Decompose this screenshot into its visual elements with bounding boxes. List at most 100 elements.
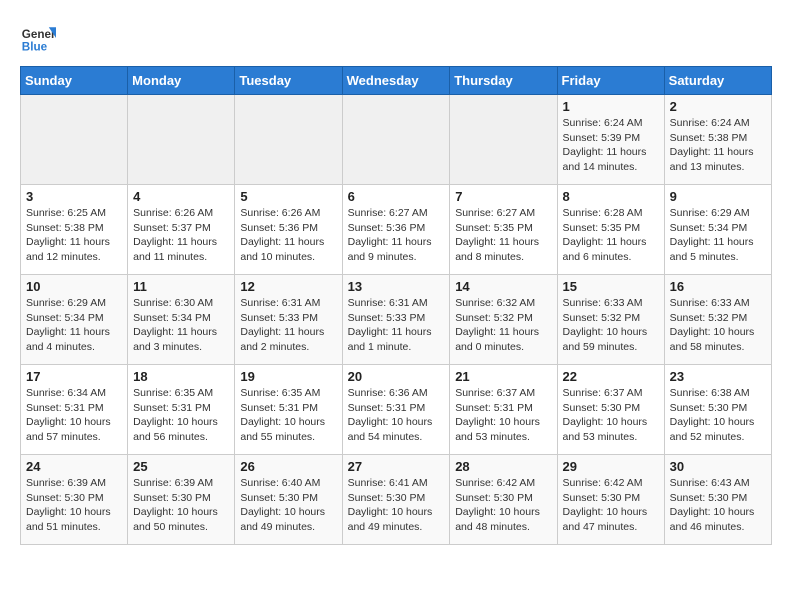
day-info: Sunrise: 6:42 AM Sunset: 5:30 PM Dayligh… — [455, 476, 551, 535]
day-info: Sunrise: 6:34 AM Sunset: 5:31 PM Dayligh… — [26, 386, 122, 445]
day-info: Sunrise: 6:38 AM Sunset: 5:30 PM Dayligh… — [670, 386, 766, 445]
day-info: Sunrise: 6:39 AM Sunset: 5:30 PM Dayligh… — [133, 476, 229, 535]
day-number: 16 — [670, 279, 766, 294]
day-info: Sunrise: 6:41 AM Sunset: 5:30 PM Dayligh… — [348, 476, 445, 535]
day-info: Sunrise: 6:35 AM Sunset: 5:31 PM Dayligh… — [240, 386, 336, 445]
day-info: Sunrise: 6:29 AM Sunset: 5:34 PM Dayligh… — [26, 296, 122, 355]
day-info: Sunrise: 6:37 AM Sunset: 5:31 PM Dayligh… — [455, 386, 551, 445]
day-number: 29 — [563, 459, 659, 474]
day-number: 5 — [240, 189, 336, 204]
day-number: 21 — [455, 369, 551, 384]
day-cell: 1 Sunrise: 6:24 AM Sunset: 5:39 PM Daylig… — [557, 95, 664, 185]
logo: General Blue — [20, 20, 60, 56]
day-cell: 10Sunrise: 6:29 AM Sunset: 5:34 PM Dayli… — [21, 275, 128, 365]
day-cell: 14 Sunrise: 6:32 AM Sunset: 5:32 PM Dayli… — [450, 275, 557, 365]
day-info: Sunrise: 6:27 AM Sunset: 5:35 PM Dayligh… — [455, 206, 551, 265]
day-number: 30 — [670, 459, 766, 474]
day-cell: 25Sunrise: 6:39 AM Sunset: 5:30 PM Dayli… — [128, 455, 235, 545]
weekday-header-thursday: Thursday — [450, 67, 557, 95]
day-cell — [450, 95, 557, 185]
day-number: 28 — [455, 459, 551, 474]
day-info: Sunrise: 6:26 AM Sunset: 5:36 PM Dayligh… — [240, 206, 336, 265]
week-row-4: 17 Sunrise: 6:34 AM Sunset: 5:31 PM Dayli… — [21, 365, 772, 455]
day-cell — [342, 95, 450, 185]
day-info: Sunrise: 6:36 AM Sunset: 5:31 PM Dayligh… — [348, 386, 445, 445]
weekday-header-tuesday: Tuesday — [235, 67, 342, 95]
day-number: 7 — [455, 189, 551, 204]
weekday-header-saturday: Saturday — [664, 67, 771, 95]
day-cell: 18Sunrise: 6:35 AM Sunset: 5:31 PM Dayli… — [128, 365, 235, 455]
weekday-header-friday: Friday — [557, 67, 664, 95]
day-cell: 5 Sunrise: 6:26 AM Sunset: 5:36 PM Daylig… — [235, 185, 342, 275]
day-cell: 22 Sunrise: 6:37 AM Sunset: 5:30 PM Dayli… — [557, 365, 664, 455]
weekday-header-row: SundayMondayTuesdayWednesdayThursdayFrid… — [21, 67, 772, 95]
day-info: Sunrise: 6:31 AM Sunset: 5:33 PM Dayligh… — [348, 296, 445, 355]
day-cell: 21 Sunrise: 6:37 AM Sunset: 5:31 PM Dayli… — [450, 365, 557, 455]
day-info: Sunrise: 6:24 AM Sunset: 5:39 PM Dayligh… — [563, 116, 659, 175]
day-number: 13 — [348, 279, 445, 294]
header: General Blue — [20, 20, 772, 56]
week-row-5: 24Sunrise: 6:39 AM Sunset: 5:30 PM Dayli… — [21, 455, 772, 545]
day-number: 19 — [240, 369, 336, 384]
day-cell: 16 Sunrise: 6:33 AM Sunset: 5:32 PM Dayli… — [664, 275, 771, 365]
day-number: 8 — [563, 189, 659, 204]
day-cell — [21, 95, 128, 185]
day-cell: 12 Sunrise: 6:31 AM Sunset: 5:33 PM Dayli… — [235, 275, 342, 365]
day-cell: 6Sunrise: 6:27 AM Sunset: 5:36 PM Daylig… — [342, 185, 450, 275]
day-cell: 30Sunrise: 6:43 AM Sunset: 5:30 PM Dayli… — [664, 455, 771, 545]
day-cell: 11 Sunrise: 6:30 AM Sunset: 5:34 PM Dayli… — [128, 275, 235, 365]
day-number: 2 — [670, 99, 766, 114]
day-cell: 17 Sunrise: 6:34 AM Sunset: 5:31 PM Dayli… — [21, 365, 128, 455]
day-number: 1 — [563, 99, 659, 114]
day-info: Sunrise: 6:37 AM Sunset: 5:30 PM Dayligh… — [563, 386, 659, 445]
day-number: 20 — [348, 369, 445, 384]
logo-icon: General Blue — [20, 20, 56, 56]
day-cell — [235, 95, 342, 185]
day-number: 9 — [670, 189, 766, 204]
day-number: 23 — [670, 369, 766, 384]
day-cell: 9 Sunrise: 6:29 AM Sunset: 5:34 PM Daylig… — [664, 185, 771, 275]
day-cell: 15 Sunrise: 6:33 AM Sunset: 5:32 PM Dayli… — [557, 275, 664, 365]
day-info: Sunrise: 6:39 AM Sunset: 5:30 PM Dayligh… — [26, 476, 122, 535]
calendar: SundayMondayTuesdayWednesdayThursdayFrid… — [20, 66, 772, 545]
day-cell: 8 Sunrise: 6:28 AM Sunset: 5:35 PM Daylig… — [557, 185, 664, 275]
day-info: Sunrise: 6:30 AM Sunset: 5:34 PM Dayligh… — [133, 296, 229, 355]
day-number: 17 — [26, 369, 122, 384]
day-number: 4 — [133, 189, 229, 204]
day-number: 6 — [348, 189, 445, 204]
day-cell: 28 Sunrise: 6:42 AM Sunset: 5:30 PM Dayli… — [450, 455, 557, 545]
day-cell: 19 Sunrise: 6:35 AM Sunset: 5:31 PM Dayli… — [235, 365, 342, 455]
day-cell: 23 Sunrise: 6:38 AM Sunset: 5:30 PM Dayli… — [664, 365, 771, 455]
day-number: 26 — [240, 459, 336, 474]
weekday-header-monday: Monday — [128, 67, 235, 95]
weekday-header-sunday: Sunday — [21, 67, 128, 95]
day-info: Sunrise: 6:28 AM Sunset: 5:35 PM Dayligh… — [563, 206, 659, 265]
day-number: 11 — [133, 279, 229, 294]
day-info: Sunrise: 6:32 AM Sunset: 5:32 PM Dayligh… — [455, 296, 551, 355]
day-info: Sunrise: 6:33 AM Sunset: 5:32 PM Dayligh… — [670, 296, 766, 355]
day-cell: 26 Sunrise: 6:40 AM Sunset: 5:30 PM Dayli… — [235, 455, 342, 545]
day-info: Sunrise: 6:31 AM Sunset: 5:33 PM Dayligh… — [240, 296, 336, 355]
week-row-2: 3Sunrise: 6:25 AM Sunset: 5:38 PM Daylig… — [21, 185, 772, 275]
day-number: 14 — [455, 279, 551, 294]
week-row-1: 1 Sunrise: 6:24 AM Sunset: 5:39 PM Daylig… — [21, 95, 772, 185]
day-cell: 13 Sunrise: 6:31 AM Sunset: 5:33 PM Dayli… — [342, 275, 450, 365]
day-info: Sunrise: 6:35 AM Sunset: 5:31 PM Dayligh… — [133, 386, 229, 445]
day-info: Sunrise: 6:29 AM Sunset: 5:34 PM Dayligh… — [670, 206, 766, 265]
day-info: Sunrise: 6:25 AM Sunset: 5:38 PM Dayligh… — [26, 206, 122, 265]
day-number: 15 — [563, 279, 659, 294]
svg-text:Blue: Blue — [22, 41, 48, 54]
day-number: 27 — [348, 459, 445, 474]
day-number: 22 — [563, 369, 659, 384]
day-number: 12 — [240, 279, 336, 294]
day-cell: 29 Sunrise: 6:42 AM Sunset: 5:30 PM Dayli… — [557, 455, 664, 545]
weekday-header-wednesday: Wednesday — [342, 67, 450, 95]
day-cell: 4 Sunrise: 6:26 AM Sunset: 5:37 PM Daylig… — [128, 185, 235, 275]
day-info: Sunrise: 6:33 AM Sunset: 5:32 PM Dayligh… — [563, 296, 659, 355]
day-info: Sunrise: 6:24 AM Sunset: 5:38 PM Dayligh… — [670, 116, 766, 175]
day-info: Sunrise: 6:26 AM Sunset: 5:37 PM Dayligh… — [133, 206, 229, 265]
day-info: Sunrise: 6:42 AM Sunset: 5:30 PM Dayligh… — [563, 476, 659, 535]
day-cell: 27 Sunrise: 6:41 AM Sunset: 5:30 PM Dayli… — [342, 455, 450, 545]
day-info: Sunrise: 6:40 AM Sunset: 5:30 PM Dayligh… — [240, 476, 336, 535]
day-cell: 3Sunrise: 6:25 AM Sunset: 5:38 PM Daylig… — [21, 185, 128, 275]
